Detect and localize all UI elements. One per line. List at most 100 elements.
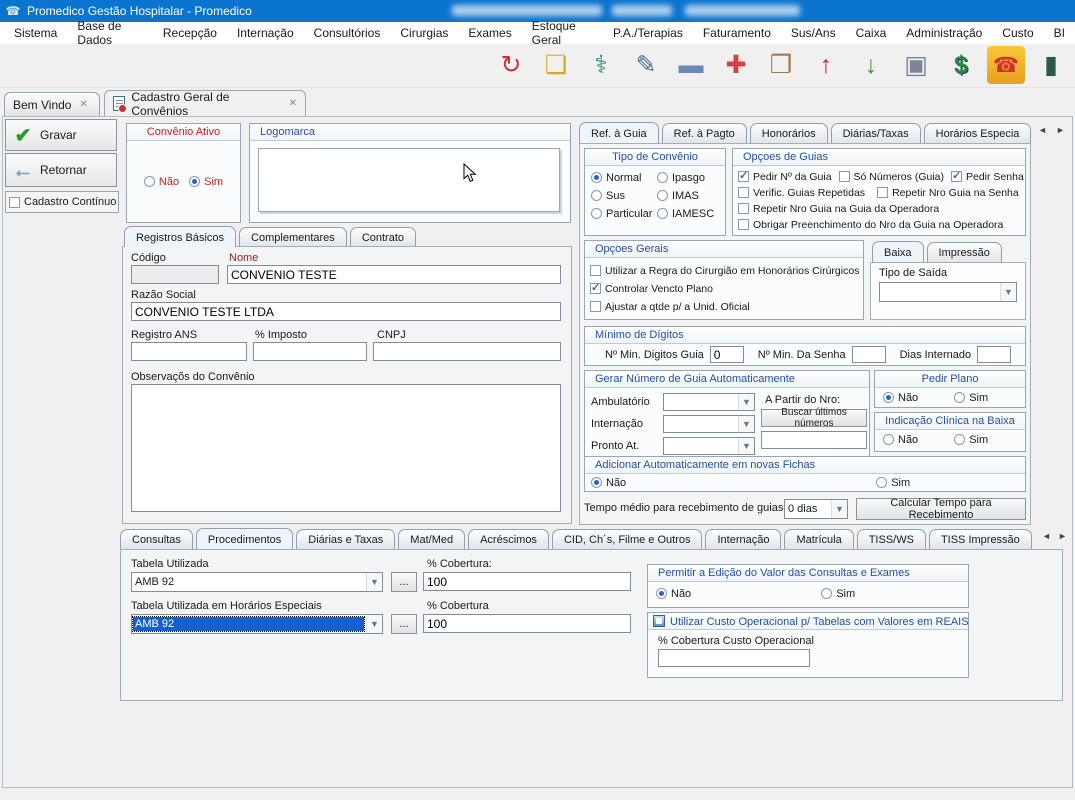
menu-exames[interactable]: Exames bbox=[458, 26, 521, 40]
tabela-more-button[interactable]: ... bbox=[391, 572, 417, 592]
tab-cadastro-convenios[interactable]: Cadastro Geral de Convênios ✕ bbox=[104, 90, 306, 116]
obrigar-preenchimento-checkbox[interactable]: Obrigar Preenchimento do Nro da Guia na … bbox=[738, 219, 1003, 231]
adicionar-sim-radio[interactable]: Sim bbox=[876, 477, 910, 489]
codigo-input[interactable] bbox=[131, 265, 219, 284]
verific-guias-checkbox[interactable]: Verific. Guias Repetidas bbox=[738, 187, 865, 199]
doctor-icon[interactable]: ⚕ bbox=[582, 46, 620, 84]
tab-tiss-impressao[interactable]: TISS Impressão bbox=[929, 529, 1032, 549]
razao-social-input[interactable] bbox=[131, 302, 561, 321]
tab-internacao-bottom[interactable]: Internação bbox=[705, 529, 781, 549]
menu-pa-terapias[interactable]: P.A./Terapias bbox=[603, 26, 693, 40]
min-senha-input[interactable] bbox=[852, 346, 886, 363]
indicacao-sim-radio[interactable]: Sim bbox=[954, 434, 988, 446]
tab-scroll-right-icon[interactable]: ► bbox=[1053, 125, 1068, 135]
menu-administracao[interactable]: Administração bbox=[896, 26, 992, 40]
billing-up-icon[interactable]: ↑ bbox=[807, 46, 845, 84]
tab-tiss-ws[interactable]: TISS/WS bbox=[857, 529, 926, 549]
cnpj-input[interactable] bbox=[373, 342, 561, 361]
repetir-nro-senha-checkbox[interactable]: Repetir Nro Guia na Senha bbox=[877, 187, 1019, 199]
tab-bem-vindo[interactable]: Bem Vindo ✕ bbox=[4, 92, 100, 116]
stock-box-icon[interactable]: ❒ bbox=[762, 46, 800, 84]
menu-recepcao[interactable]: Recepção bbox=[153, 26, 227, 40]
ambulatorio-combo[interactable]: ▼ bbox=[663, 393, 755, 411]
menu-estoque-geral[interactable]: Estoque Geral bbox=[522, 19, 603, 47]
pedir-no-guia-checkbox[interactable]: Pedir Nº da Guia bbox=[738, 171, 832, 183]
tipo-iamesc-radio[interactable]: IAMESC bbox=[657, 208, 723, 220]
controlar-vencto-checkbox[interactable]: Controlar Vencto Plano bbox=[590, 283, 713, 295]
internacao-combo[interactable]: ▼ bbox=[663, 415, 755, 433]
tab-scroll-right-icon[interactable]: ► bbox=[1055, 531, 1070, 541]
permitir-sim-radio[interactable]: Sim bbox=[821, 588, 855, 600]
menu-caixa[interactable]: Caixa bbox=[846, 26, 897, 40]
adicionar-nao-radio[interactable]: Não bbox=[591, 477, 626, 489]
menu-consultorios[interactable]: Consultórios bbox=[304, 26, 391, 40]
tab-baixa[interactable]: Baixa bbox=[872, 241, 924, 262]
menu-base-de-dados[interactable]: Base de Dados bbox=[67, 19, 153, 47]
pedir-senha-checkbox[interactable]: Pedir Senha bbox=[951, 171, 1024, 183]
tempo-medio-combo[interactable]: 0 dias▼ bbox=[784, 499, 848, 519]
tab-procedimentos[interactable]: Procedimentos bbox=[196, 528, 293, 549]
gravar-button[interactable]: ✔ Gravar bbox=[5, 119, 117, 151]
min-digitos-guia-input[interactable] bbox=[710, 346, 744, 363]
tab-acrescimos[interactable]: Acréscimos bbox=[468, 529, 549, 549]
tab-diarias-e-taxas[interactable]: Diárias e Taxas bbox=[296, 529, 395, 549]
menu-sistema[interactable]: Sistema bbox=[4, 26, 67, 40]
tabela-horarios-combo[interactable]: AMB 92▼ bbox=[131, 614, 383, 634]
cobertura1-input[interactable] bbox=[423, 572, 631, 591]
tipo-ipasgo-radio[interactable]: Ipasgo bbox=[657, 172, 723, 184]
permitir-nao-radio[interactable]: Não bbox=[656, 588, 691, 600]
tabela-utilizada-combo[interactable]: AMB 92▼ bbox=[131, 572, 383, 592]
hospital-bed-icon[interactable]: ▬ bbox=[672, 46, 710, 84]
retornar-button[interactable]: ← Retornar bbox=[5, 153, 117, 187]
so-numeros-checkbox[interactable]: Só Números (Guia) bbox=[839, 171, 944, 183]
convenio-ativo-sim-radio[interactable]: Sim bbox=[189, 176, 223, 188]
cadastro-continuo-checkbox[interactable]: Cadastro Contínuo bbox=[5, 191, 119, 213]
tipo-imas-radio[interactable]: IMAS bbox=[657, 190, 723, 202]
phone-book-icon[interactable]: ☎ bbox=[987, 46, 1025, 84]
tab-mat-med[interactable]: Mat/Med bbox=[398, 529, 465, 549]
menu-cirurgias[interactable]: Cirurgias bbox=[390, 26, 458, 40]
menu-faturamento[interactable]: Faturamento bbox=[693, 26, 781, 40]
tab-complementares[interactable]: Complementares bbox=[239, 227, 347, 247]
pronto-at-combo[interactable]: ▼ bbox=[663, 437, 755, 455]
imposto-input[interactable] bbox=[253, 342, 367, 361]
cobertura2-input[interactable] bbox=[423, 614, 631, 633]
close-icon[interactable]: ✕ bbox=[79, 99, 87, 110]
menu-internacao[interactable]: Internação bbox=[227, 26, 304, 40]
observacoes-textarea[interactable] bbox=[131, 384, 561, 512]
regra-cirurgiao-checkbox[interactable]: Utilizar a Regra do Cirurgião em Honorár… bbox=[590, 265, 859, 277]
sync-contacts-icon[interactable]: ↻ bbox=[492, 46, 530, 84]
finance-chart-icon[interactable]: $ bbox=[942, 46, 980, 84]
menu-custo[interactable]: Custo bbox=[992, 26, 1043, 40]
buscar-ultimos-numeros-button[interactable]: Buscar últimos números bbox=[761, 409, 867, 427]
menu-bi[interactable]: BI bbox=[1044, 26, 1075, 40]
tipo-normal-radio[interactable]: Normal bbox=[591, 172, 657, 184]
tipo-sus-radio[interactable]: Sus bbox=[591, 190, 657, 202]
tab-horarios-especiais[interactable]: Horários Especia bbox=[924, 123, 1032, 143]
menu-sus-ans[interactable]: Sus/Ans bbox=[781, 26, 846, 40]
safe-icon[interactable]: ▣ bbox=[897, 46, 935, 84]
calcular-tempo-button[interactable]: Calcular Tempo para Recebimento bbox=[856, 498, 1026, 520]
ajustar-qtde-checkbox[interactable]: Ajustar a qtde p/ a Unid. Oficial bbox=[590, 301, 750, 313]
tab-consultas[interactable]: Consultas bbox=[120, 529, 193, 549]
tab-honorarios[interactable]: Honorários bbox=[750, 123, 828, 143]
tab-matricula[interactable]: Matrícula bbox=[784, 529, 853, 549]
patients-folder-icon[interactable]: ❏ bbox=[537, 46, 575, 84]
tabela-horarios-more-button[interactable]: ... bbox=[391, 614, 417, 634]
tab-registros-basicos[interactable]: Registros Básicos bbox=[124, 226, 236, 247]
dias-internado-input[interactable] bbox=[977, 346, 1011, 363]
cobertura-custo-input[interactable] bbox=[658, 649, 810, 667]
tab-contrato[interactable]: Contrato bbox=[350, 227, 416, 247]
nome-input[interactable] bbox=[227, 265, 561, 284]
grid-toggle-icon[interactable] bbox=[653, 615, 665, 627]
ledger-book-icon[interactable]: ▮ bbox=[1032, 46, 1070, 84]
tab-diarias-taxas[interactable]: Diárias/Taxas bbox=[831, 123, 921, 143]
prescription-icon[interactable]: ✎ bbox=[627, 46, 665, 84]
tab-scroll-left-icon[interactable]: ◄ bbox=[1039, 531, 1054, 541]
repetir-nro-operadora-checkbox[interactable]: Repetir Nro Guia na Guia da Operadora bbox=[738, 203, 939, 215]
ambulance-icon[interactable]: ✚ bbox=[717, 46, 755, 84]
tipo-particular-radio[interactable]: Particular bbox=[591, 208, 657, 220]
close-icon[interactable]: ✕ bbox=[289, 98, 297, 109]
tab-impressao[interactable]: Impressão bbox=[927, 242, 1002, 262]
logomarca-image-box[interactable] bbox=[258, 148, 560, 212]
